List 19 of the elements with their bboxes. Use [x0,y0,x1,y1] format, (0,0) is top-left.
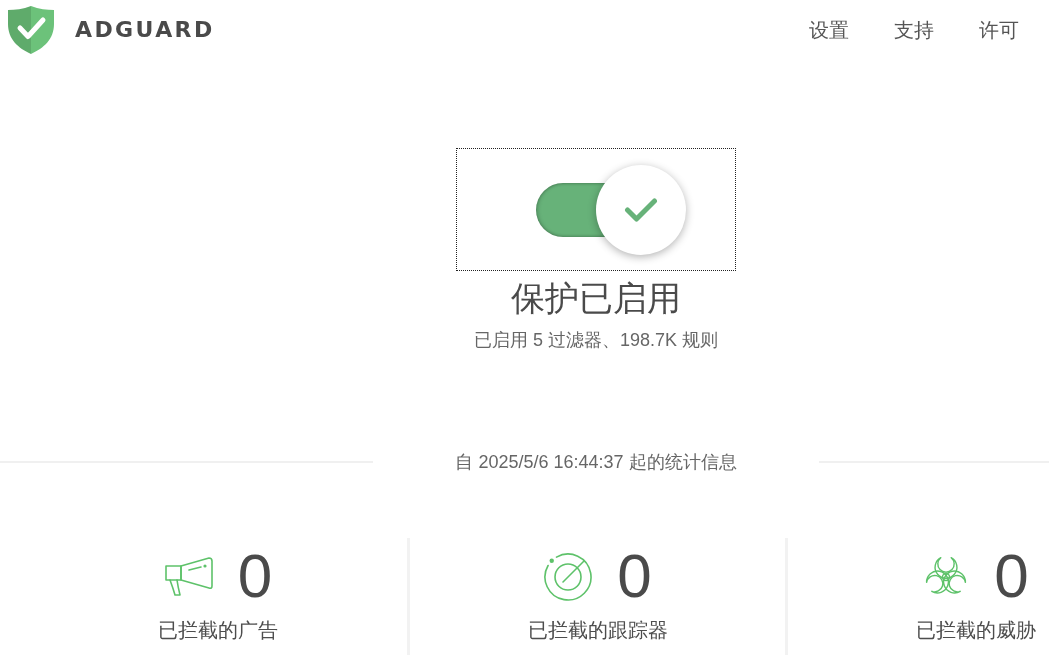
check-icon [624,196,658,223]
stat-label: 已拦截的威胁 [915,618,1036,643]
stats-period: 自 2025/5/6 16:44:37 起的统计信息 [455,451,737,474]
radar-icon [543,551,594,601]
nav-link[interactable]: 许可 [979,16,1019,44]
stat-count: 0 [617,545,652,607]
shield-check-icon [8,6,54,54]
protection-toggle[interactable] [456,148,736,271]
stat-count: 0 [237,545,273,607]
megaphone-icon [163,555,214,597]
stat-count: 0 [994,545,1029,607]
brand-name: ADGUARD [75,16,215,44]
protection-status-title: 保护已启用 [511,278,681,318]
stat-label: 已拦截的广告 [158,618,278,643]
nav-link[interactable]: 支持 [894,16,934,44]
stat-label: 已拦截的跟踪器 [527,618,668,643]
filters-summary: 已启用 5 过滤器、198.7K 规则 [473,329,719,352]
toggle-track [536,182,606,237]
nav-link[interactable]: 设置 [809,16,849,44]
